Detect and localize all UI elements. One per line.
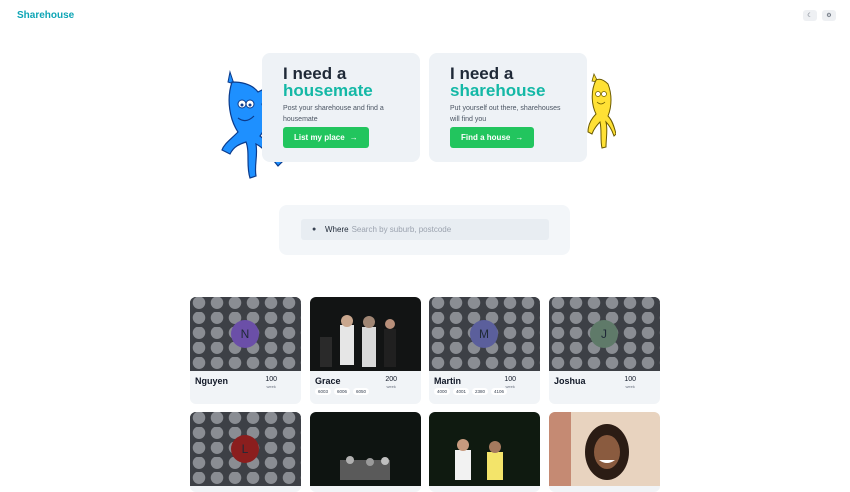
housemate-card: I need a housemate Post your sharehouse … [262,53,420,162]
search-placeholder: Search by suburb, postcode [351,225,452,234]
settings-button[interactable]: ⚙ [822,10,836,21]
listing-card[interactable] [310,412,421,492]
list-my-place-label: List my place [294,133,345,142]
postcode-tag: 4001 [453,388,470,395]
listing-card[interactable]: L [190,412,301,492]
postcode-tag: 6006 [334,388,351,395]
avatar: N [231,320,259,348]
listing-name: Grace [315,376,341,386]
theme-toggle-button[interactable]: ☾ [803,10,817,21]
listing-card[interactable]: N Nguyen 100 week [190,297,301,404]
search-input[interactable]: ● Where Search by suburb, postcode [301,219,549,240]
search-panel: ● Where Search by suburb, postcode [279,205,570,255]
listing-name: Joshua [554,376,586,386]
postcode-tag: 6050 [353,388,370,395]
postcode-tags: 4000 4001 2380 4106 [434,388,508,395]
listing-photo [310,412,421,486]
listing-price: 200 week [385,376,397,390]
sharehouse-heading-line2: sharehouse [450,81,546,100]
postcode-tag: 6003 [315,388,332,395]
avatar: J [590,320,618,348]
listing-name: Martin [434,376,461,386]
find-a-house-button[interactable]: Find a house → [450,127,535,148]
sharehouse-card: I need a sharehouse Put yourself out the… [429,53,587,162]
arrow-right-icon: → [515,133,524,142]
sharehouse-heading-line1: I need a [450,64,514,83]
price-period: week [625,384,635,389]
postcode-tag: 4000 [434,388,451,395]
price-period: week [386,384,396,389]
find-a-house-label: Find a house [461,133,511,142]
listing-photo [310,297,421,371]
postcode-tag: 2380 [472,388,489,395]
listing-price: 100 week [624,376,636,390]
postcode-tags: 6003 6006 6050 [315,388,370,395]
list-my-place-button[interactable]: List my place → [283,127,369,148]
listing-price: 100 week [265,376,277,390]
listing-card[interactable]: Grace 200 week 6003 6006 6050 [310,297,421,404]
price-value: 100 [265,376,277,383]
sharehouse-description: Put yourself out there, sharehouses will… [450,105,561,123]
avatar: L [231,435,259,463]
location-pin-icon: ● [312,226,317,233]
listing-card[interactable]: M Martin 100 week 4000 4001 2380 4106 [429,297,540,404]
price-period: week [266,384,276,389]
yellow-mascot-illustration [587,72,616,149]
listing-card[interactable] [549,412,660,492]
price-value: 100 [624,376,636,383]
housemate-description: Post your sharehouse and find a housemat… [283,105,384,123]
housemate-heading-line1: I need a [283,64,347,83]
postcode-tag: 4106 [491,388,508,395]
listing-name: Nguyen [195,376,229,386]
listing-photo [549,412,660,486]
search-where-label: Where [325,225,349,234]
moon-icon: ☾ [807,13,813,19]
listing-photo [429,412,540,486]
price-value: 100 [504,376,516,383]
site-logo[interactable]: Sharehouse [17,10,74,21]
avatar: M [470,320,498,348]
housemate-heading-line2: housemate [283,81,373,100]
listing-card[interactable]: J Joshua 100 week [549,297,660,404]
listing-card[interactable] [429,412,540,492]
arrow-right-icon: → [349,133,358,142]
gear-icon: ⚙ [826,13,832,19]
price-value: 200 [385,376,397,383]
